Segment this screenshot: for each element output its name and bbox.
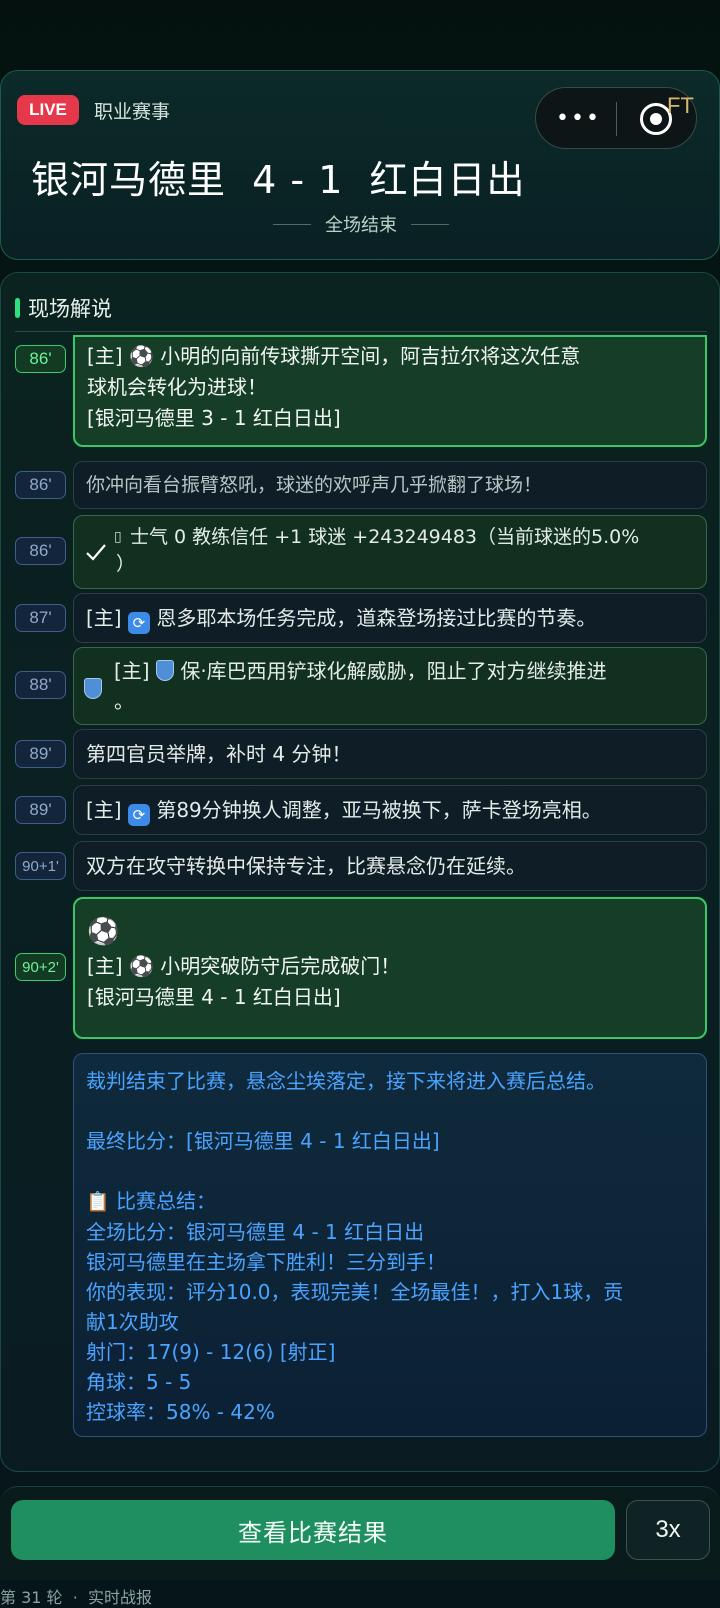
commentary-text: 球机会转化为进球！ (87, 375, 267, 399)
home-tag: [主] (87, 344, 129, 368)
commentary-text: 第89分钟换人调整，亚马被换下，萨卡登场亮相。 (149, 798, 602, 822)
live-badge: LIVE (17, 95, 79, 125)
bottom-action-bar: 查看比赛结果 3x (0, 1486, 720, 1580)
panel-title-text: 现场解说 (28, 297, 112, 321)
soccer-ball-icon: ⚽ (128, 344, 154, 368)
goal-bubble: ⚽ [主] ⚽ 小明突破防守后完成破门！ [银河马德里 4 - 1 红白日出] (73, 897, 707, 1039)
commentary-bubble: 第四官员举牌，补时 4 分钟！ (73, 729, 707, 779)
commentary-bubble: [主] ⟳ 恩多耶本场任务完成，道森登场接过比赛的节奏。 (73, 593, 707, 643)
commentary-text: 小明的向前传球撕开空间，阿吉拉尔将这次任意 (153, 344, 581, 368)
commentary-bubble: 你冲向看台振臂怒吼，球迷的欢呼声几乎掀翻了球场！ (73, 461, 707, 509)
panel-title: 现场解说 (15, 293, 112, 323)
clipboard-icon: 📋 (86, 1191, 110, 1213)
commentary-bubble: [主] ⟳ 第89分钟换人调整，亚马被换下，萨卡登场亮相。 (73, 785, 707, 835)
minute-badge: 89' (15, 796, 66, 824)
status-line-left (273, 223, 311, 225)
match-status: 全场结束 (1, 211, 720, 237)
score-update: [银河马德里 3 - 1 红白日出] (87, 406, 341, 430)
summary-text: 献1次助攻 (86, 1310, 179, 1334)
commentary-text: 双方在攻守转换中保持专注，比赛悬念仍在延续。 (86, 854, 526, 878)
summary-spacer (86, 1096, 694, 1126)
status-text: 全场结束 (325, 215, 397, 236)
shield-icon (84, 678, 102, 699)
commentary-text: 恩多耶本场任务完成，道森登场接过比赛的节奏。 (149, 606, 597, 630)
minute-badge: 88' (15, 671, 66, 699)
home-tag: [主] (87, 954, 129, 978)
scoreline: 银河马德里 4 - 1 红白日出 (31, 158, 526, 202)
title-accent-bar (15, 298, 20, 318)
shots-text: 射门：17(9) - 12(6) [射正] (86, 1340, 336, 1364)
substitution-icon: ⟳ (127, 804, 150, 826)
summary-text: 银河马德里在主场拿下胜利！三分到手！ (86, 1250, 446, 1274)
speed-toggle-button[interactable]: 3x (626, 1500, 710, 1560)
soccer-ball-icon: ⚽ (128, 954, 154, 978)
view-result-button[interactable]: 查看比赛结果 (11, 1500, 615, 1560)
home-tag: [主] (114, 659, 156, 683)
stats-text: 士气 0 教练信任 +1 球迷 +243249483（当前球迷的5.0% (130, 526, 640, 548)
summary-spacer (86, 1156, 694, 1186)
minute-badge: 87' (15, 604, 66, 632)
minute-badge: 90+2' (15, 953, 66, 981)
commentary-text: 保·库巴西用铲球化解威胁，阻止了对方继续推进 (173, 659, 607, 683)
substitution-icon: ⟳ (127, 612, 150, 634)
summary-text: 你的表现：评分10.0，表现完美！全场最佳！，打入1球，贡 (86, 1280, 624, 1304)
commentary-bubble: [主] 保·库巴西用铲球化解威胁，阻止了对方继续推进 。 (73, 647, 707, 725)
summary-bubble: 裁判结束了比赛，悬念尘埃落定，接下来将进入赛后总结。 最终比分：[银河马德里 4… (73, 1053, 707, 1437)
goal-bubble: [主] ⚽ 小明的向前传球撕开空间，阿吉拉尔将这次任意 球机会转化为进球！ [银… (73, 335, 707, 447)
footer-text: 第 31 轮 · 实时战报 (0, 1588, 152, 1607)
placeholder-glyph-icon: ▯ (114, 529, 122, 545)
minute-badge: 90+1' (15, 852, 66, 880)
commentary-text: 。 (114, 689, 134, 713)
home-tag: [主] (86, 798, 128, 822)
match-header: LIVE 职业赛事 ••• FT 银河马德里 4 - 1 红白日出 全场结束 (0, 70, 720, 260)
minute-badge: 86' (15, 345, 66, 373)
check-icon (86, 544, 106, 561)
capsule-divider (616, 102, 617, 136)
score-update: [银河马德里 4 - 1 红白日出] (87, 985, 341, 1009)
summary-text: 裁判结束了比赛，悬念尘埃落定，接下来将进入赛后总结。 (86, 1069, 606, 1093)
minute-badge: 86' (15, 537, 66, 565)
soccer-ball-icon: ⚽ (87, 917, 120, 947)
stats-text: ） (116, 553, 136, 575)
commentary-panel: 现场解说 86' [主] ⚽ 小明的向前传球撕开空间，阿吉拉尔将这次任意 球机会… (0, 272, 720, 1472)
commentary-bubble: 双方在攻守转换中保持专注，比赛悬念仍在延续。 (73, 841, 707, 891)
home-tag: [主] (86, 606, 128, 630)
stats-bubble: ▯ 士气 0 教练信任 +1 球迷 +243249483（当前球迷的5.0% ） (73, 515, 707, 589)
possession-text: 控球率：58% - 42% (86, 1400, 275, 1424)
final-score-text: 最终比分：[银河马德里 4 - 1 红白日出] (86, 1129, 440, 1153)
commentary-text: 小明突破防守后完成破门！ (153, 954, 401, 978)
shield-icon (155, 660, 174, 681)
league-label: 职业赛事 (94, 101, 171, 123)
summary-heading: 比赛总结： (109, 1189, 217, 1213)
commentary-text: 第四官员举牌，补时 4 分钟！ (86, 742, 352, 766)
more-menu-icon[interactable]: ••• (556, 106, 601, 131)
minute-badge: 86' (15, 471, 66, 499)
panel-divider (15, 331, 707, 332)
minute-badge: 89' (15, 740, 66, 768)
full-time-tag: FT (667, 93, 694, 118)
status-line-right (411, 223, 449, 225)
summary-text: 全场比分：银河马德里 4 - 1 红白日出 (86, 1220, 425, 1244)
corners-text: 角球：5 - 5 (86, 1370, 192, 1394)
commentary-text: 你冲向看台振臂怒吼，球迷的欢呼声几乎掀翻了球场！ (86, 474, 543, 496)
